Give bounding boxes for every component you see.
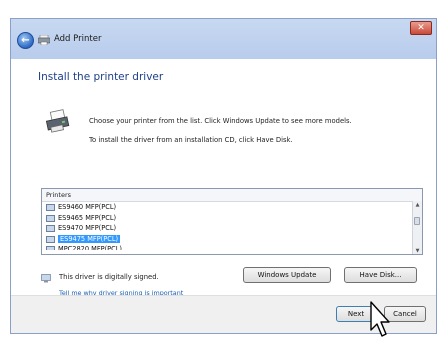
- close-icon: ✕: [417, 23, 425, 33]
- instruction-text: Choose your printer from the list. Click…: [89, 117, 352, 125]
- printer-name: ES9465 MFP(PCL): [58, 213, 117, 222]
- printer-name: ES9470 MFP(PCL): [58, 224, 117, 232]
- title-bar: ✕ ← Add Printer: [11, 19, 436, 59]
- printer-name: ES9460 MFP(PCL): [58, 203, 117, 211]
- printer-name: ES9475 MFP(PCL): [58, 234, 121, 243]
- scroll-down-arrow-icon[interactable]: ▼: [413, 247, 422, 254]
- windows-update-button[interactable]: Windows Update: [243, 267, 331, 283]
- printer-icon: [38, 35, 50, 45]
- printer-icon: [46, 235, 55, 243]
- list-column-header[interactable]: Printers: [42, 189, 422, 202]
- driver-signed-status: This driver is digitally signed.: [59, 273, 159, 281]
- printer-icon: [46, 214, 55, 222]
- mouse-pointer-icon: [370, 301, 390, 337]
- back-arrow-icon: ←: [21, 35, 30, 46]
- close-button[interactable]: ✕: [410, 21, 432, 35]
- printer-icon: [46, 246, 55, 250]
- add-printer-window: ✕ ← Add Printer Install the printer driv…: [10, 18, 437, 334]
- printer-name: MPC2820 MFP(PCL): [58, 245, 123, 250]
- have-disk-button[interactable]: Have Disk...: [344, 267, 417, 283]
- printer-install-icon: [45, 109, 70, 133]
- back-button[interactable]: ←: [17, 32, 34, 49]
- scroll-thumb[interactable]: [414, 217, 420, 225]
- wizard-content: Install the printer driver Choose your p…: [11, 59, 436, 297]
- instruction-text-have-disk: To install the driver from an installati…: [89, 136, 293, 144]
- page-heading: Install the printer driver: [38, 71, 164, 83]
- printer-list-item[interactable]: ES9465 MFP(PCL): [42, 213, 422, 224]
- window-title: Add Printer: [54, 34, 102, 44]
- printer-icon: [46, 204, 55, 211]
- printer-list-item[interactable]: ES9475 MFP(PCL): [42, 234, 422, 245]
- printer-list[interactable]: Printers ES9460 MFP(PCL) ES9465 MFP(PCL) E…: [41, 188, 423, 255]
- signed-driver-icon: [41, 274, 51, 283]
- scroll-up-arrow-icon[interactable]: ▲: [413, 201, 422, 209]
- list-scrollbar[interactable]: ▲ ▼: [412, 201, 422, 254]
- printer-list-item[interactable]: ES9460 MFP(PCL): [42, 202, 422, 213]
- printer-list-item[interactable]: MPC2820 MFP(PCL): [42, 244, 422, 250]
- printer-icon: [46, 225, 55, 232]
- printer-list-item[interactable]: ES9470 MFP(PCL): [42, 223, 422, 234]
